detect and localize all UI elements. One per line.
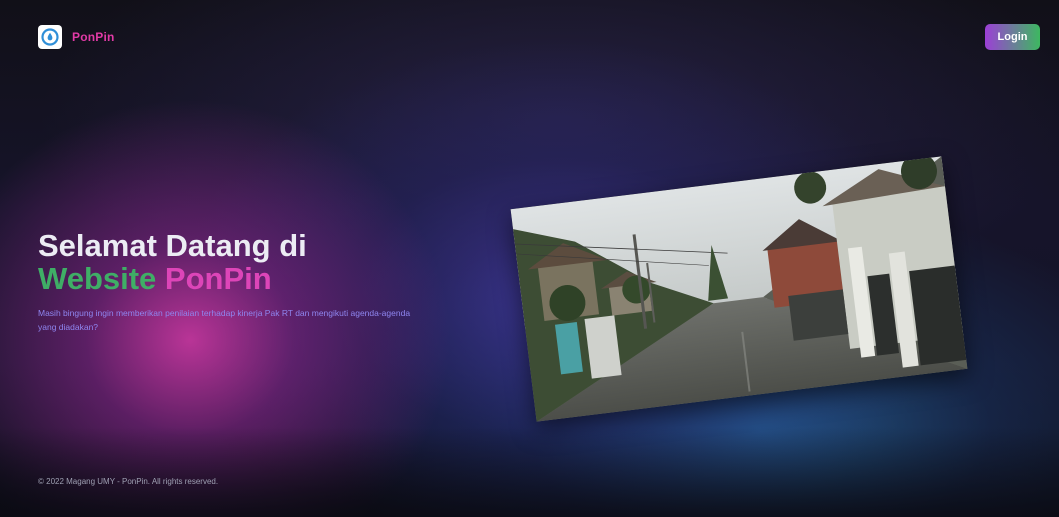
- headline-line-1: Selamat Datang di: [38, 228, 307, 263]
- hero-subtitle: Masih bingung ingin memberikan penilaian…: [38, 308, 411, 332]
- brand-name: PonPin: [72, 30, 115, 44]
- footer-copyright: © 2022 Magang UMY - PonPin. All rights r…: [38, 477, 219, 486]
- navbar: PonPin Login: [0, 0, 1059, 72]
- hero-headline: Selamat Datang di Website PonPin: [38, 229, 458, 295]
- login-button[interactable]: Login: [985, 24, 1040, 50]
- residential-street-photo: [510, 156, 968, 422]
- landing-page: PonPin Login Selamat Datang di Website P…: [0, 0, 1059, 517]
- brand-home-link[interactable]: PonPin: [38, 25, 115, 49]
- headline-word-ponpin: PonPin: [164, 261, 272, 296]
- headline-word-website: Website: [38, 261, 157, 296]
- hero-section: Selamat Datang di Website PonPin Masih b…: [38, 229, 458, 334]
- ponpin-logo-icon: [38, 25, 62, 49]
